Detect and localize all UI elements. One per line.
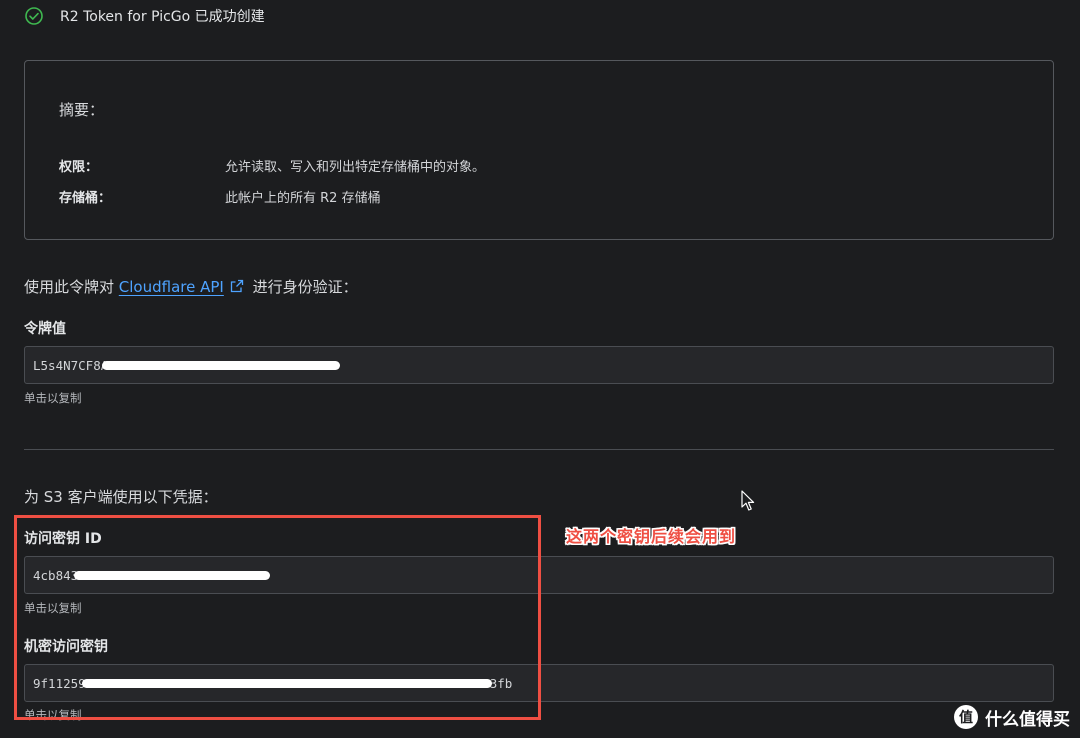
- cloudflare-api-link[interactable]: Cloudflare API: [119, 278, 224, 296]
- s3-heading: 为 S3 客户端使用以下凭据：: [24, 488, 218, 506]
- auth-instruction: 使用此令牌对 Cloudflare API 进行身份验证：: [24, 276, 358, 297]
- token-value-field[interactable]: L5s4N7CF8A: [24, 346, 1054, 384]
- access-key-text: 4cb843: [33, 567, 79, 583]
- watermark-text: 什么值得买: [985, 709, 1070, 730]
- secret-key-field[interactable]: 9f11259 3fb: [24, 664, 1054, 702]
- external-link-icon[interactable]: [230, 279, 244, 293]
- redaction-mark: [74, 570, 271, 580]
- token-created-page: R2 Token for PicGo 已成功创建 摘要： 权限： 允许读取、写入…: [0, 0, 1080, 738]
- watermark: 值 什么值得买: [953, 704, 1070, 730]
- auth-prefix: 使用此令牌对: [24, 278, 119, 296]
- secret-key-label: 机密访问密钥: [24, 639, 108, 655]
- summary-row-permissions: 权限： 允许读取、写入和列出特定存储桶中的对象。: [59, 156, 485, 175]
- summary-value: 允许读取、写入和列出特定存储桶中的对象。: [225, 160, 486, 175]
- copy-hint[interactable]: 单击以复制: [24, 707, 82, 723]
- copy-hint[interactable]: 单击以复制: [24, 600, 82, 616]
- smzdm-logo-icon: 值: [954, 705, 978, 729]
- summary-value: 此帐户上的所有 R2 存储桶: [225, 191, 381, 206]
- summary-key: 存储桶：: [59, 191, 112, 206]
- copy-hint[interactable]: 单击以复制: [24, 390, 82, 406]
- token-value-label: 令牌值: [24, 321, 66, 337]
- access-key-field[interactable]: 4cb843: [24, 556, 1054, 594]
- summary-heading: 摘要：: [59, 101, 105, 119]
- redaction-mark: [102, 360, 341, 370]
- svg-text:值: 值: [959, 709, 973, 726]
- redaction-mark: [81, 678, 492, 688]
- secret-key-prefix: 9f11259: [33, 675, 86, 691]
- auth-suffix: 进行身份验证：: [247, 278, 358, 296]
- check-circle-icon: [25, 7, 43, 25]
- success-message: R2 Token for PicGo 已成功创建: [60, 9, 265, 25]
- summary-card: 摘要： 权限： 允许读取、写入和列出特定存储桶中的对象。 存储桶： 此帐户上的所…: [24, 60, 1054, 240]
- secret-key-suffix: 3fb: [489, 675, 513, 691]
- summary-row-buckets: 存储桶： 此帐户上的所有 R2 存储桶: [59, 187, 381, 206]
- token-value-text: L5s4N7CF8A: [33, 357, 109, 373]
- section-divider: [24, 449, 1054, 450]
- summary-key: 权限：: [59, 160, 99, 175]
- annotation-note: 这两个密钥后续会用到: [566, 527, 737, 546]
- mouse-cursor-icon: [741, 490, 755, 511]
- success-banner: R2 Token for PicGo 已成功创建: [24, 4, 265, 28]
- access-key-label: 访问密钥 ID: [24, 531, 102, 547]
